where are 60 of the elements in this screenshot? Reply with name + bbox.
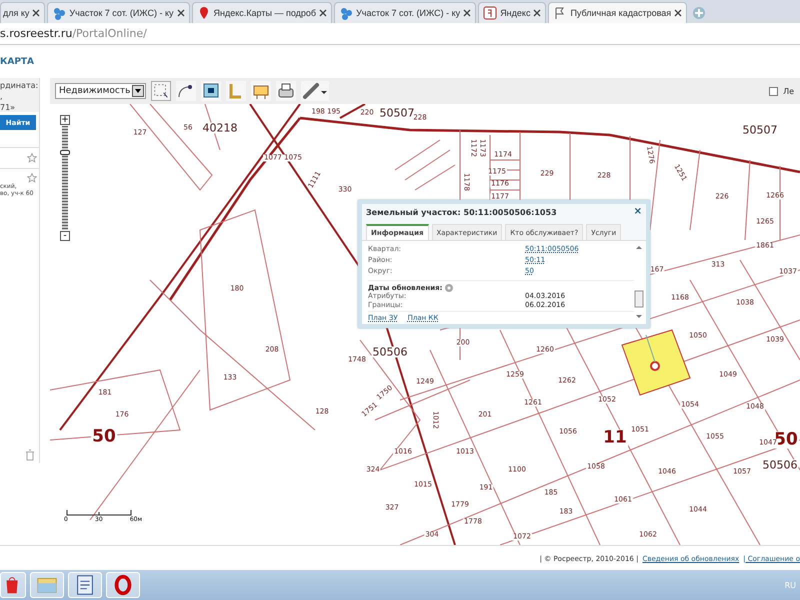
star-icon[interactable] [27,173,37,183]
dots-icon [339,6,354,20]
browser-tab[interactable]: для ку [0,2,46,23]
zoom-slider[interactable] [62,126,68,230]
browser-tab[interactable]: Яндекс [478,2,546,23]
document-icon[interactable] [68,572,102,598]
selected-parcel[interactable] [621,329,691,396]
tab-title: Публичная кадастровая [570,8,672,18]
block-number: 50506 [372,346,408,358]
close-icon[interactable] [463,9,472,17]
map-frame-icon[interactable] [201,81,222,101]
caret-icon[interactable] [132,85,144,97]
checkbox-label: Ле [783,86,794,96]
close-icon[interactable] [533,9,542,17]
leader-line [646,334,656,362]
map-pin-icon [650,361,660,371]
close-icon[interactable] [674,9,682,17]
tab-title: Яндекс.Карты — подроб [214,8,316,18]
panel-text: 71» [0,103,16,112]
bag-icon[interactable] [0,572,26,598]
select-area-icon[interactable] [151,81,172,101]
link-icon[interactable] [301,81,330,101]
block-number: 50507 [378,108,416,118]
printer-icon[interactable] [276,81,296,101]
browser-tab[interactable]: Яндекс.Карты — подроб [192,2,332,23]
area-icon[interactable] [251,81,272,101]
close-icon[interactable] [319,9,328,17]
tab-title: Яндекс [500,8,530,18]
curve-icon[interactable] [176,81,196,101]
panel-text: , [0,92,4,101]
scale-bar [66,510,132,516]
info-dot-icon[interactable] [445,284,454,292]
close-icon[interactable] [32,9,40,17]
checkbox[interactable] [769,86,778,96]
page-title: КАРТА [0,56,34,66]
block-number: 50507 [742,124,778,136]
zoom-out-button[interactable]: - [60,231,70,241]
popup-title: Земельный участок: 50:11:0050506:1053 [366,208,557,216]
browser-tab[interactable]: Участок 7 сот. (ИЖС) - ку [47,2,190,23]
tab-title: Участок 7 сот. (ИЖС) - ку [356,8,460,18]
scrollbar[interactable] [634,243,644,321]
slider-thumb[interactable] [60,150,70,155]
district-number: 11 [602,430,628,446]
browser-tab[interactable]: Публичная кадастровая [548,2,688,23]
search-field[interactable] [0,147,39,169]
zoom-in-button[interactable]: + [60,115,70,125]
address-bar[interactable]: s.rosreestr.ru/PortalOnline/ [0,23,800,45]
panel-text: рдината: [0,81,39,90]
star-icon[interactable] [27,153,37,163]
block-number: 40218 [202,122,238,134]
tab-title: Участок 7 сот. (ИЖС) - ку [69,8,174,18]
layer-dropdown[interactable]: Недвижимость [55,83,146,99]
letter-icon [483,6,498,20]
ring-icon[interactable] [106,572,140,598]
close-icon[interactable] [176,9,185,17]
dots-icon [52,6,66,20]
close-button[interactable]: × [634,207,642,217]
tab-title: для ку [3,8,30,18]
browser-tab[interactable]: Участок 7 сот. (ИЖС) - ку [334,2,476,23]
block-number: 50506 [762,460,798,470]
